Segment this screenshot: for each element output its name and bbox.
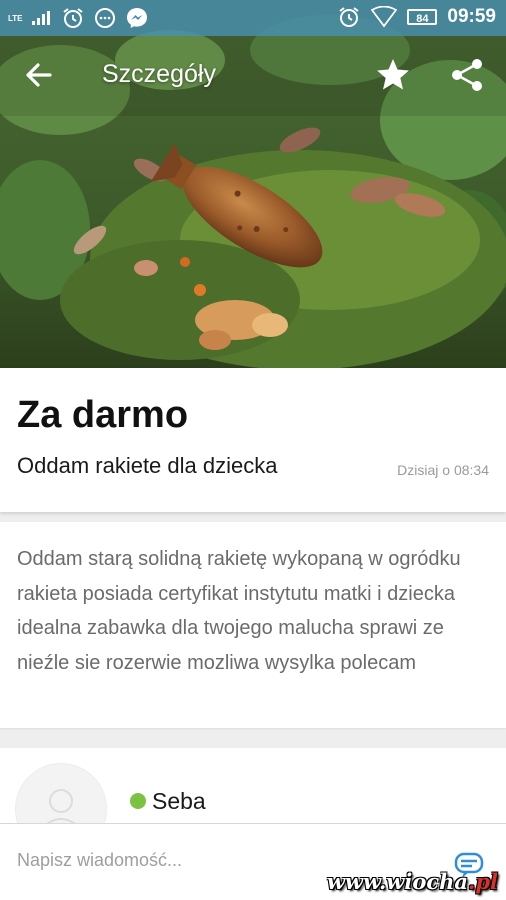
star-icon[interactable] xyxy=(374,56,412,94)
seller-card[interactable]: Seba xyxy=(0,748,506,828)
network-type: LTE xyxy=(8,13,23,23)
seller-name[interactable]: Seba xyxy=(152,788,206,815)
listing-description-card: Oddam starą solidną rakietę wykopaną w o… xyxy=(0,522,506,728)
status-bar: LTE 84 09:59 xyxy=(0,0,506,36)
status-bar-right: 84 09:59 xyxy=(337,5,496,29)
listing-price: Za darmo xyxy=(17,394,189,436)
messenger-icon xyxy=(126,8,147,28)
chat-bubble-icon xyxy=(94,8,115,28)
user-placeholder-icon xyxy=(40,789,82,828)
listing-description: Oddam starą solidną rakietę wykopaną w o… xyxy=(17,548,461,674)
message-bar: www.wiocha.pl xyxy=(0,823,506,900)
battery-icon: 84 xyxy=(407,9,438,25)
alarm-icon xyxy=(62,8,83,28)
page-title: Szczegóły xyxy=(102,60,216,88)
watermark-text: www.wiocha xyxy=(326,869,469,894)
back-arrow-icon[interactable] xyxy=(22,58,56,92)
signal-icon xyxy=(31,11,50,25)
watermark: www.wiocha.pl xyxy=(327,869,498,894)
listing-header-card: Za darmo Oddam rakiete dla dziecka Dzisi… xyxy=(0,368,506,512)
message-input[interactable] xyxy=(17,850,397,871)
listing-date: Dzisiaj o 08:34 xyxy=(397,462,489,478)
online-status-dot xyxy=(130,793,146,809)
avatar[interactable] xyxy=(15,763,107,828)
watermark-tld: .pl xyxy=(468,869,498,894)
listing-title: Oddam rakiete dla dziecka xyxy=(17,453,278,478)
status-bar-left: LTE xyxy=(8,6,149,30)
share-icon[interactable] xyxy=(448,56,486,94)
status-time: 09:59 xyxy=(447,6,496,27)
wifi-icon xyxy=(371,6,398,28)
app-bar: Szczegóły xyxy=(0,36,506,114)
alarm-icon xyxy=(339,7,359,27)
